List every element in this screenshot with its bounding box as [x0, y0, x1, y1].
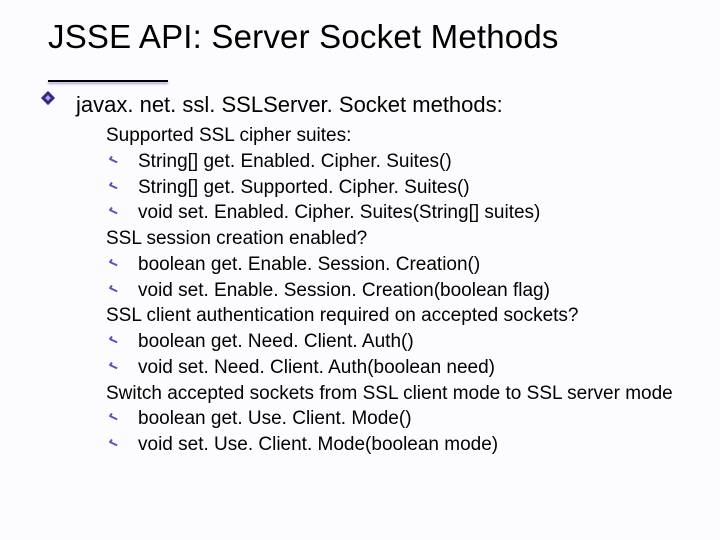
method-item: void set. Need. Client. Auth(boolean nee… [110, 356, 690, 380]
method-item-text: void set. Need. Client. Auth(boolean nee… [138, 356, 495, 380]
method-item: String[] get. Enabled. Cipher. Suites() [110, 150, 690, 174]
method-item-text: String[] get. Supported. Cipher. Suites(… [138, 176, 470, 200]
method-item-text: boolean get. Enable. Session. Creation() [138, 253, 480, 277]
main-point-text: javax. net. ssl. SSLServer. Socket metho… [76, 92, 503, 118]
group-heading-text: Supported SSL cipher suites: [106, 124, 351, 148]
method-item: boolean get. Use. Client. Mode() [110, 407, 690, 431]
group-heading-text: SSL session creation enabled? [106, 227, 367, 251]
main-point: javax. net. ssl. SSLServer. Socket metho… [48, 92, 690, 118]
method-item: void set. Enable. Session. Creation(bool… [110, 279, 690, 303]
title-underline [48, 80, 168, 82]
method-item-text: void set. Use. Client. Mode(boolean mode… [138, 433, 498, 457]
diamond-bullet-icon [48, 98, 62, 112]
group-heading: SSL client authentication required on ac… [78, 304, 690, 328]
group-heading: SSL session creation enabled? [78, 227, 690, 251]
method-item-text: void set. Enabled. Cipher. Suites(String… [138, 201, 540, 225]
group-heading: Switch accepted sockets from SSL client … [78, 382, 690, 406]
method-item-text: boolean get. Use. Client. Mode() [138, 407, 412, 431]
group-heading: Supported SSL cipher suites: [78, 124, 690, 148]
method-item-text: boolean get. Need. Client. Auth() [138, 330, 414, 354]
method-item-text: void set. Enable. Session. Creation(bool… [138, 279, 550, 303]
groups-container: Supported SSL cipher suites:String[] get… [78, 124, 690, 457]
method-item: void set. Enabled. Cipher. Suites(String… [110, 201, 690, 225]
method-item: boolean get. Enable. Session. Creation() [110, 253, 690, 277]
method-item: boolean get. Need. Client. Auth() [110, 330, 690, 354]
slide: JSSE API: Server Socket Methods javax. n… [0, 0, 720, 540]
group-heading-text: SSL client authentication required on ac… [106, 304, 579, 328]
slide-title: JSSE API: Server Socket Methods [48, 18, 690, 56]
method-item-text: String[] get. Enabled. Cipher. Suites() [138, 150, 452, 174]
group-heading-text: Switch accepted sockets from SSL client … [106, 382, 673, 406]
method-item: void set. Use. Client. Mode(boolean mode… [110, 433, 690, 457]
method-item: String[] get. Supported. Cipher. Suites(… [110, 176, 690, 200]
